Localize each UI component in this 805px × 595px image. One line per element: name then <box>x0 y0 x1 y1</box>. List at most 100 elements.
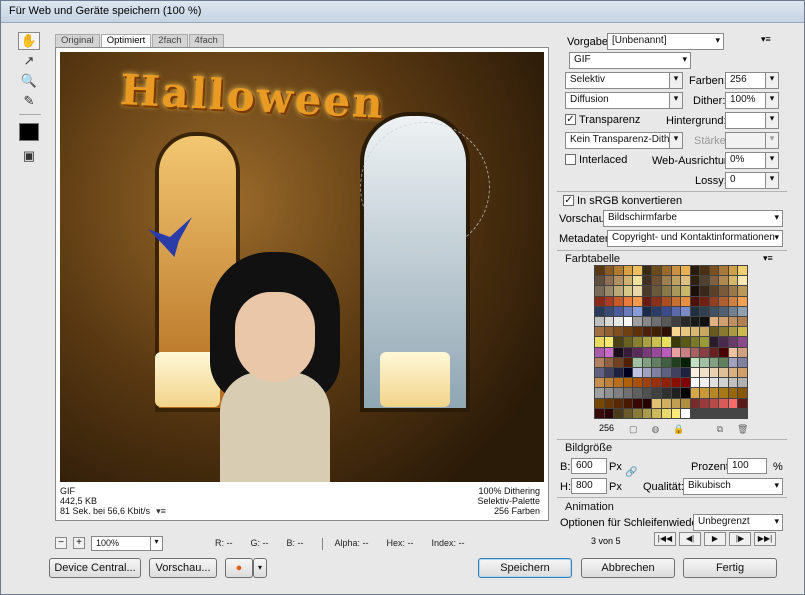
metadata-select[interactable]: Copyright- und Kontaktinformationen <box>607 230 783 247</box>
color-table-swatch[interactable] <box>604 266 614 276</box>
color-table-swatch[interactable] <box>671 337 681 347</box>
color-table-swatch[interactable] <box>652 398 661 408</box>
color-table-swatch[interactable] <box>623 408 633 418</box>
color-table-swatch[interactable] <box>671 276 681 286</box>
color-table-swatch[interactable] <box>652 276 661 286</box>
color-table-swatch[interactable] <box>681 378 690 388</box>
color-table-swatch[interactable] <box>728 378 738 388</box>
srgb-checkbox[interactable]: ✓ <box>563 195 574 206</box>
color-table-swatch[interactable] <box>709 296 719 306</box>
color-table-swatch[interactable] <box>738 357 747 367</box>
color-table-swatch[interactable] <box>719 357 728 367</box>
color-table-swatch[interactable] <box>652 388 661 398</box>
previous-frame-icon[interactable]: ◀| <box>679 532 701 546</box>
color-table-swatch[interactable] <box>661 347 671 357</box>
color-table-swatch[interactable] <box>614 378 623 388</box>
color-table-swatch[interactable] <box>604 378 614 388</box>
color-table-swatch[interactable] <box>604 347 614 357</box>
color-table-swatch[interactable] <box>642 347 652 357</box>
color-table-swatch[interactable] <box>709 347 719 357</box>
color-table-swatch[interactable] <box>595 337 604 347</box>
colors-select[interactable]: 256 <box>725 72 779 89</box>
color-table-swatch[interactable] <box>633 408 642 418</box>
color-table-swatch[interactable] <box>719 327 728 337</box>
color-table-swatch[interactable] <box>719 388 728 398</box>
tab-4up[interactable]: 4fach <box>188 34 224 47</box>
color-table-swatch[interactable] <box>738 327 747 337</box>
color-table-swatch[interactable] <box>623 388 633 398</box>
color-table-swatch[interactable] <box>595 316 604 327</box>
color-table-swatch[interactable] <box>633 378 642 388</box>
panel-menu-icon[interactable]: ▾≡ <box>761 34 771 45</box>
color-table-swatch[interactable] <box>614 296 623 306</box>
first-frame-icon[interactable]: |◀◀ <box>654 532 676 546</box>
browser-dropdown-button[interactable]: ▾ <box>253 558 267 578</box>
color-table-swatch[interactable] <box>604 306 614 316</box>
color-table-swatch[interactable] <box>595 378 604 388</box>
color-table-swatch[interactable] <box>642 398 652 408</box>
color-table-swatch[interactable] <box>690 357 700 367</box>
height-input[interactable]: 800 <box>571 478 607 494</box>
color-table-swatch[interactable] <box>614 316 623 327</box>
quality-select[interactable]: Bikubisch <box>683 478 783 495</box>
color-table-swatch[interactable] <box>728 276 738 286</box>
color-table-swatch[interactable] <box>681 306 690 316</box>
hand-tool-icon[interactable]: ✋ <box>18 32 40 50</box>
color-table-swatch[interactable] <box>681 367 690 378</box>
color-table-swatch[interactable] <box>738 306 747 316</box>
color-table-swatch[interactable] <box>595 286 604 296</box>
device-central-button[interactable]: Device Central... <box>49 558 141 578</box>
color-table-swatch[interactable] <box>709 316 719 327</box>
color-table-swatch[interactable] <box>604 408 614 418</box>
color-table-swatch[interactable] <box>719 347 728 357</box>
lossy-select[interactable]: 0 <box>725 172 779 189</box>
color-table-swatch[interactable] <box>642 367 652 378</box>
color-table-swatch[interactable] <box>671 286 681 296</box>
color-table-swatch[interactable] <box>709 378 719 388</box>
color-table-swatch[interactable] <box>700 327 709 337</box>
map-to-transparent-icon[interactable]: ▢ <box>629 424 638 435</box>
color-table-swatch[interactable] <box>604 337 614 347</box>
color-table-swatch[interactable] <box>614 276 623 286</box>
color-table-swatch[interactable] <box>652 316 661 327</box>
color-table-swatch[interactable] <box>633 306 642 316</box>
color-table-swatch[interactable] <box>690 378 700 388</box>
color-table-swatch[interactable] <box>614 286 623 296</box>
tab-original[interactable]: Original <box>55 34 100 47</box>
color-table-swatch[interactable] <box>700 357 709 367</box>
color-table-grid[interactable] <box>594 265 748 419</box>
color-table-swatch[interactable] <box>661 286 671 296</box>
color-table-swatch[interactable] <box>633 357 642 367</box>
color-table-swatch[interactable] <box>652 408 661 418</box>
color-table-swatch[interactable] <box>614 266 623 276</box>
color-table-swatch[interactable] <box>652 337 661 347</box>
color-table-swatch[interactable] <box>623 306 633 316</box>
play-icon[interactable]: ▶ <box>704 532 726 546</box>
color-table-swatch[interactable] <box>623 337 633 347</box>
eyedropper-tool-icon[interactable]: ✎ <box>18 92 40 110</box>
color-table-swatch[interactable] <box>690 316 700 327</box>
color-table-swatch[interactable] <box>671 367 681 378</box>
color-table-swatch[interactable] <box>728 357 738 367</box>
color-table-swatch[interactable] <box>652 347 661 357</box>
color-table-swatch[interactable] <box>738 388 747 398</box>
color-table-swatch[interactable] <box>728 388 738 398</box>
color-table-swatch[interactable] <box>642 327 652 337</box>
color-table-swatch[interactable] <box>595 357 604 367</box>
color-table-swatch[interactable] <box>614 367 623 378</box>
next-frame-icon[interactable]: |▶ <box>729 532 751 546</box>
color-table-swatch[interactable] <box>738 337 747 347</box>
color-table-swatch[interactable] <box>604 398 614 408</box>
color-table-swatch[interactable] <box>700 306 709 316</box>
color-table-swatch[interactable] <box>728 398 738 408</box>
color-table-swatch[interactable] <box>700 276 709 286</box>
color-table-swatch[interactable] <box>709 266 719 276</box>
color-table-swatch[interactable] <box>652 327 661 337</box>
color-table-swatch[interactable] <box>719 306 728 316</box>
color-table-swatch[interactable] <box>719 337 728 347</box>
color-table-swatch[interactable] <box>728 327 738 337</box>
constrain-proportions-link-icon[interactable]: 🔗 <box>625 467 637 478</box>
color-table-swatch[interactable] <box>681 327 690 337</box>
color-table-swatch[interactable] <box>671 408 681 418</box>
color-table-swatch[interactable] <box>709 337 719 347</box>
